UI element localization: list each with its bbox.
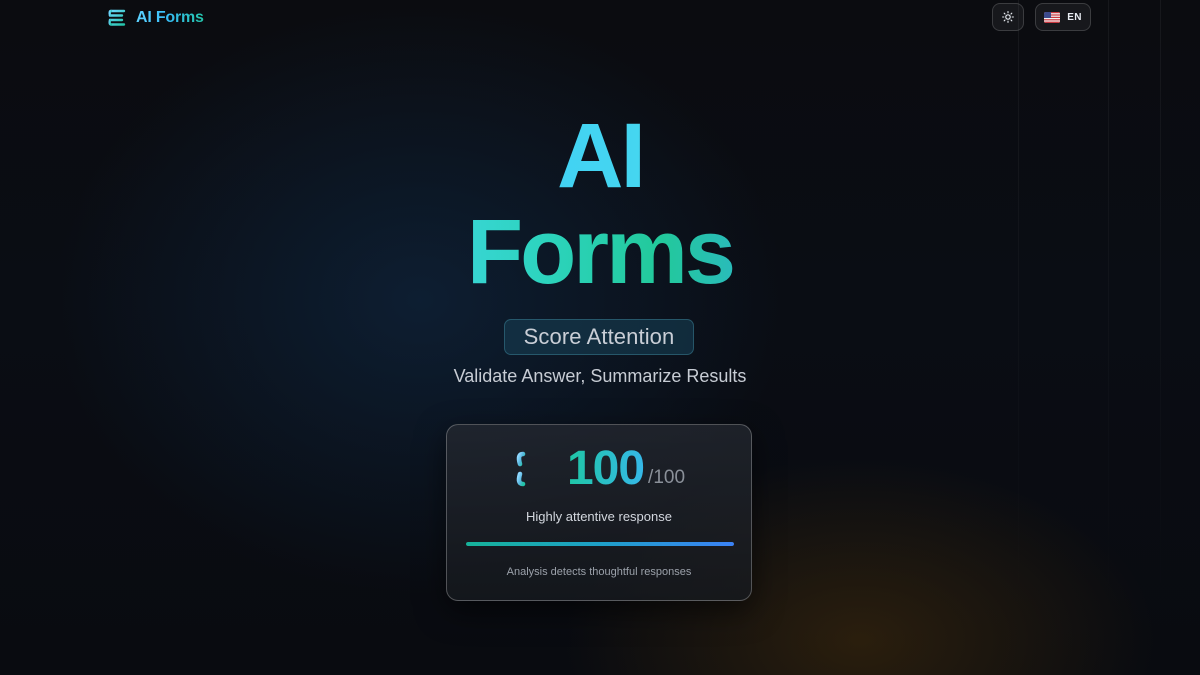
score-value: 100 [566,442,645,495]
hero-subtitle: Validate Answer, Summarize Results [453,366,747,386]
feature-badge: Score Attention [504,319,694,355]
hero-title-line-1: AI [300,108,900,204]
score-progress-bar [466,542,734,546]
stacked-lines-logo-icon [516,451,556,487]
language-selector-button[interactable]: EN [1035,3,1091,31]
analysis-caption: Analysis detects thoughtful responses [506,566,692,578]
hero-title: AI Forms [300,108,900,300]
us-flag-icon [1044,11,1061,23]
score-card: 100 /100 Highly attentive response Analy… [446,424,752,601]
score-row: 100 /100 [447,443,751,495]
theme-toggle-button[interactable] [992,3,1024,31]
stacked-lines-logo-icon [108,9,126,26]
hero-title-line-2: Forms [300,204,900,300]
score-progress-fill [466,542,734,546]
language-label: EN [1067,11,1082,23]
brand-logo-link[interactable]: AI Forms [107,7,204,29]
background-streak [1108,0,1109,675]
sun-icon [1002,11,1014,23]
score-max: /100 [648,467,686,488]
brand-name: AI Forms [136,9,204,26]
background-streak [1160,0,1161,675]
attention-status: Highly attentive response [526,509,672,524]
background-streak [1018,0,1019,675]
